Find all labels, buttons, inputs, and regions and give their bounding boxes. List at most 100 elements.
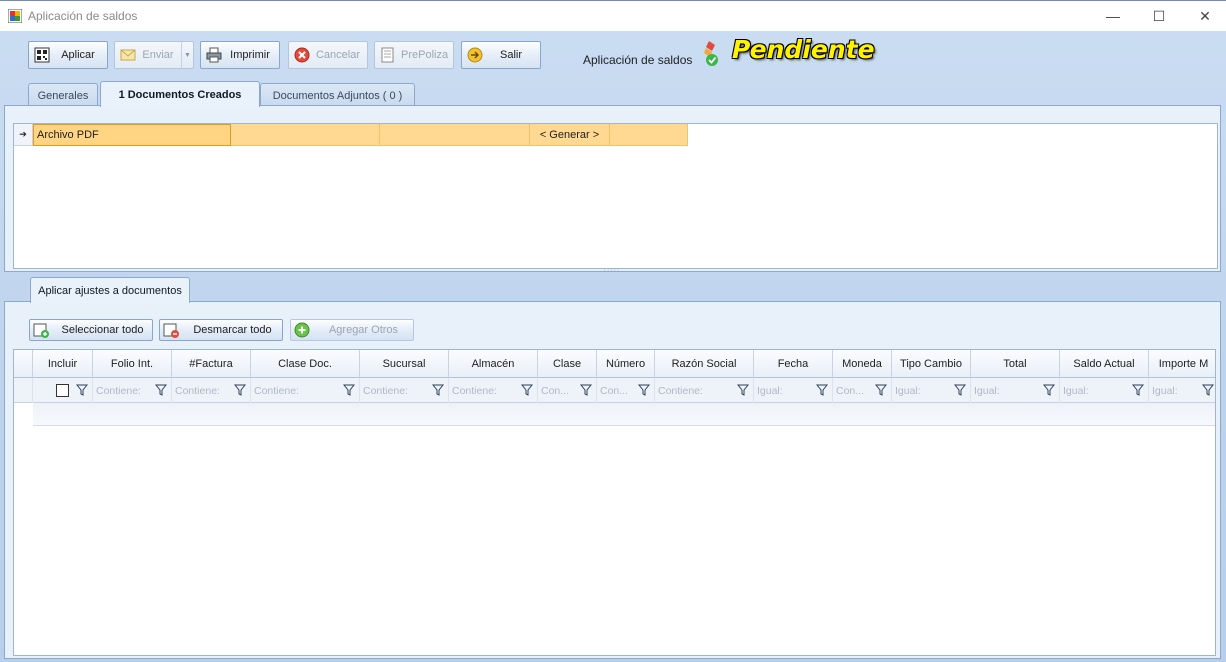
column-header[interactable]: #Factura: [172, 350, 251, 378]
filter-funnel-icon[interactable]: [521, 384, 533, 396]
column-header[interactable]: Saldo Actual: [1060, 350, 1149, 378]
filter-cell[interactable]: Con...: [833, 378, 892, 403]
column-header[interactable]: Clase: [538, 350, 597, 378]
deselect-all-label: Desmarcar todo: [193, 324, 272, 336]
add-icon: [294, 322, 310, 338]
cancel-icon: [294, 47, 310, 63]
filter-operator: Con...: [836, 384, 865, 397]
documents-grid: ➔ Archivo PDF < Generar >: [13, 123, 1218, 269]
row-indicator-arrow-icon: ➔: [14, 124, 33, 146]
column-header[interactable]: Tipo Cambio: [892, 350, 971, 378]
column-header[interactable]: Total: [971, 350, 1060, 378]
filter-operator: Igual:: [895, 384, 921, 397]
filter-operator: Contiene:: [452, 384, 497, 397]
imprimir-label: Imprimir: [230, 49, 270, 61]
filter-cell[interactable]: Contiene:: [93, 378, 172, 403]
maximize-button[interactable]: ☐: [1136, 1, 1182, 31]
filter-cell[interactable]: [33, 378, 93, 403]
filter-funnel-icon[interactable]: [155, 384, 167, 396]
app-icon: [8, 9, 22, 23]
filter-operator: Contiene:: [254, 384, 299, 397]
column-header[interactable]: Fecha: [754, 350, 833, 378]
filter-cell[interactable]: Igual:: [971, 378, 1060, 403]
filter-funnel-icon[interactable]: [234, 384, 246, 396]
enviar-button[interactable]: Enviar ▼: [114, 41, 194, 69]
filter-cell[interactable]: Contiene:: [251, 378, 360, 403]
filter-funnel-icon[interactable]: [432, 384, 444, 396]
tab-documentos-adjuntos[interactable]: Documentos Adjuntos ( 0 ): [260, 83, 415, 107]
filter-operator: Igual:: [974, 384, 1000, 397]
aplicar-button[interactable]: Aplicar: [28, 41, 108, 69]
prepoliza-button[interactable]: PrePoliza: [374, 41, 454, 69]
new-row-placeholder[interactable]: [33, 403, 1215, 426]
filter-cell[interactable]: Contiene:: [655, 378, 754, 403]
envelope-icon: [120, 49, 136, 61]
table-row[interactable]: ➔ Archivo PDF < Generar >: [14, 124, 688, 146]
column-header[interactable]: Importe M: [1149, 350, 1215, 378]
enviar-label: Enviar: [142, 49, 174, 61]
filter-funnel-icon[interactable]: [816, 384, 828, 396]
filter-funnel-icon[interactable]: [1132, 384, 1144, 396]
filter-cell[interactable]: Contiene:: [449, 378, 538, 403]
filter-funnel-icon[interactable]: [737, 384, 749, 396]
documents-panel: ➔ Archivo PDF < Generar >: [4, 105, 1221, 272]
select-all-label: Seleccionar todo: [61, 324, 144, 336]
salir-label: Salir: [499, 49, 522, 61]
column-header[interactable]: Moneda: [833, 350, 892, 378]
deselect-all-button[interactable]: Desmarcar todo: [159, 319, 283, 341]
include-all-checkbox[interactable]: [56, 384, 69, 397]
select-all-button[interactable]: Seleccionar todo: [29, 319, 153, 341]
minimize-button[interactable]: —: [1090, 1, 1136, 31]
column-header[interactable]: Clase Doc.: [251, 350, 360, 378]
column-header[interactable]: Razón Social: [655, 350, 754, 378]
document-cell[interactable]: [380, 124, 530, 146]
column-header[interactable]: Sucursal: [360, 350, 449, 378]
tab-generales[interactable]: Generales: [28, 83, 98, 107]
column-header[interactable]: Folio Int.: [93, 350, 172, 378]
close-button[interactable]: ✕: [1182, 1, 1226, 31]
filter-cell[interactable]: Contiene:: [360, 378, 449, 403]
filter-operator: Contiene:: [658, 384, 703, 397]
filter-funnel-icon[interactable]: [580, 384, 592, 396]
filter-funnel-icon[interactable]: [638, 384, 650, 396]
filter-cell[interactable]: Igual:: [1060, 378, 1149, 403]
select-all-icon: [33, 323, 49, 338]
tab-documentos-creados[interactable]: 1 Documentos Creados: [100, 81, 260, 107]
filter-cell[interactable]: Igual:: [754, 378, 833, 403]
document-icon: [381, 47, 394, 63]
filter-cell[interactable]: Igual:: [1149, 378, 1215, 403]
column-header[interactable]: Incluir: [33, 350, 93, 378]
filter-cell[interactable]: Contiene:: [172, 378, 251, 403]
filter-funnel-icon[interactable]: [1202, 384, 1214, 396]
status-label: Aplicación de saldos: [583, 53, 693, 67]
filter-cell[interactable]: Con...: [538, 378, 597, 403]
filter-funnel-icon[interactable]: [954, 384, 966, 396]
document-cell[interactable]: [231, 124, 380, 146]
tab-aplicar-ajustes[interactable]: Aplicar ajustes a documentos: [30, 277, 190, 303]
title-bar: Aplicación de saldos — ☐ ✕: [0, 0, 1226, 31]
row-indicator-filter: [14, 378, 33, 403]
cancelar-label: Cancelar: [315, 49, 361, 61]
filter-cell[interactable]: Con...: [597, 378, 655, 403]
row-indicator-header: [14, 350, 33, 378]
file-name-cell[interactable]: Archivo PDF: [33, 124, 231, 146]
column-header[interactable]: Número: [597, 350, 655, 378]
filter-cell[interactable]: Igual:: [892, 378, 971, 403]
add-others-button[interactable]: Agregar Otros: [290, 319, 414, 341]
filter-funnel-icon[interactable]: [343, 384, 355, 396]
add-others-label: Agregar Otros: [328, 324, 399, 336]
documents-adjust-grid: Incluir Folio Int. #Factura Clase Doc. Sucur…: [13, 349, 1216, 656]
imprimir-button[interactable]: Imprimir: [200, 41, 280, 69]
filter-operator: Igual:: [1063, 384, 1089, 397]
chevron-down-icon[interactable]: ▼: [181, 42, 193, 68]
filter-funnel-icon[interactable]: [1043, 384, 1055, 396]
filter-funnel-icon[interactable]: [875, 384, 887, 396]
cancelar-button[interactable]: Cancelar: [288, 41, 368, 69]
filter-operator: Con...: [600, 384, 629, 397]
column-header[interactable]: Almacén: [449, 350, 538, 378]
salir-button[interactable]: Salir: [461, 41, 541, 69]
splitter-handle[interactable]: ·····: [600, 267, 624, 274]
generar-button[interactable]: < Generar >: [530, 124, 610, 146]
document-cell[interactable]: [610, 124, 688, 146]
filter-funnel-icon[interactable]: [76, 384, 88, 396]
